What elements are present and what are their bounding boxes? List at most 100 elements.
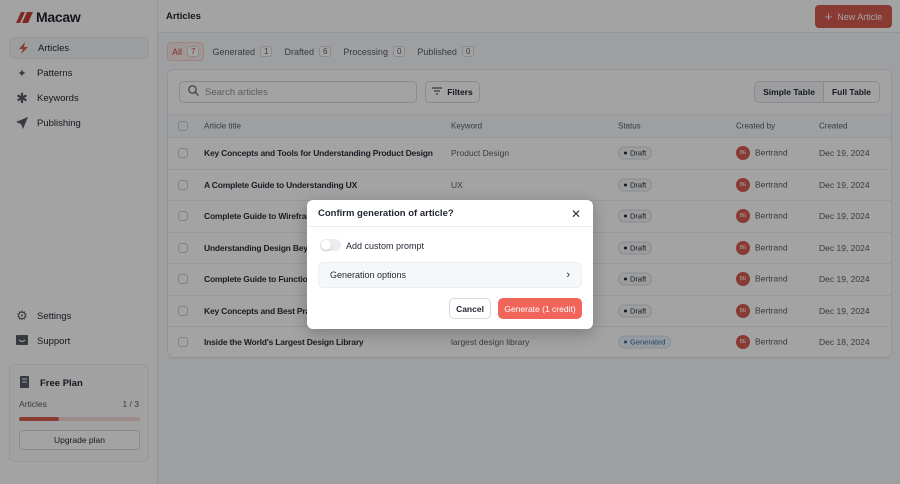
avatar: BE xyxy=(736,177,750,192)
avatar: BE xyxy=(736,240,750,255)
row-checkbox[interactable] xyxy=(178,337,188,348)
sidebar-item-label: Patterns xyxy=(37,67,73,79)
author-name: Bertrand xyxy=(755,210,788,221)
close-icon[interactable]: ✕ xyxy=(571,207,581,221)
status-label: Draft xyxy=(630,180,647,190)
created-date: Dec 19, 2024 xyxy=(819,242,870,253)
filter-icon xyxy=(432,87,443,97)
column-header[interactable]: Status xyxy=(618,122,641,131)
plan-progress-fill xyxy=(19,417,59,421)
upgrade-plan-button[interactable]: Upgrade plan xyxy=(19,430,140,450)
tab-processing[interactable]: Processing 0 xyxy=(339,42,409,61)
sidebar-item-settings[interactable]: ⚙ Settings xyxy=(9,305,149,327)
column-header[interactable]: Article title xyxy=(204,122,241,131)
status-label: Draft xyxy=(630,148,647,158)
created-by: BE Bertrand xyxy=(736,240,788,255)
article-keyword: Product Design xyxy=(451,148,510,159)
status-tabs: All 7 Generated 1 Drafted 6 Processing 0 Pub… xyxy=(167,42,478,61)
sidebar-item-publishing[interactable]: Publishing xyxy=(9,112,149,134)
created-by: BE Bertrand xyxy=(736,335,788,350)
table-row[interactable]: Key Concepts and Tools for Understanding… xyxy=(168,138,891,170)
generation-options-label: Generation options xyxy=(330,270,407,280)
select-all-checkbox[interactable] xyxy=(178,121,188,131)
tab-label: Generated xyxy=(212,46,255,57)
tab-drafted[interactable]: Drafted 6 xyxy=(280,42,335,61)
status-badge: Draft xyxy=(618,304,653,318)
modal-backdrop[interactable]: { "app":{"name":"Macaw"}, "sidebar":{"it… xyxy=(0,0,900,484)
row-checkbox[interactable] xyxy=(178,242,188,253)
plan-progress xyxy=(19,417,140,421)
tab-label: Processing xyxy=(343,46,388,57)
full-table-button[interactable]: Full Table xyxy=(824,82,879,102)
divider xyxy=(307,226,593,227)
plan-card: Free Plan Articles 1 / 3 Upgrade plan xyxy=(9,364,149,462)
status-dot xyxy=(624,214,627,218)
created-date: Dec 19, 2024 xyxy=(819,305,870,316)
tab-count: 1 xyxy=(260,46,273,57)
created-date: Dec 18, 2024 xyxy=(819,337,870,348)
status-label: Draft xyxy=(630,274,647,284)
created-date: Dec 19, 2024 xyxy=(819,148,870,159)
filters-label: Filters xyxy=(447,87,473,97)
custom-prompt-toggle[interactable] xyxy=(320,239,341,251)
sidebar-item-support[interactable]: Support xyxy=(9,330,149,352)
tab-count: 7 xyxy=(187,46,200,57)
sidebar-item-label: Support xyxy=(37,335,71,347)
avatar: BE xyxy=(736,272,750,287)
status-dot xyxy=(624,340,627,344)
article-title[interactable]: Complete Guide to Wirefram xyxy=(204,211,308,221)
app-name: Macaw xyxy=(36,9,81,25)
author-name: Bertrand xyxy=(755,336,788,347)
table-row[interactable]: Inside the World's Largest Design Librar… xyxy=(168,327,891,359)
generate-button[interactable]: Generate (1 credit) xyxy=(498,298,582,319)
confirm-generation-dialog: Confirm generation of article? ✕ Add cus… xyxy=(307,200,593,329)
row-checkbox[interactable] xyxy=(178,179,188,190)
status-label: Draft xyxy=(630,243,647,253)
filters-button[interactable]: Filters xyxy=(425,81,480,103)
sidebar-item-keywords[interactable]: ✱ Keywords xyxy=(9,87,149,109)
column-header[interactable]: Created by xyxy=(736,122,775,131)
column-header[interactable]: Created xyxy=(819,122,847,131)
custom-prompt-label: Add custom prompt xyxy=(346,241,425,251)
created-by: BE Bertrand xyxy=(736,146,788,161)
created-by: BE Bertrand xyxy=(736,272,788,287)
created-date: Dec 19, 2024 xyxy=(819,179,870,190)
status-badge: Generated xyxy=(618,335,672,349)
row-checkbox[interactable] xyxy=(178,305,188,316)
sidebar-item-label: Settings xyxy=(37,310,72,322)
tab-all[interactable]: All 7 xyxy=(167,42,205,61)
article-title[interactable]: A Complete Guide to Understanding UX xyxy=(204,180,357,190)
simple-table-button[interactable]: Simple Table xyxy=(755,82,824,102)
table-row[interactable]: A Complete Guide to Understanding UX UX … xyxy=(168,170,891,201)
tab-count: 0 xyxy=(392,46,406,57)
article-keyword: UX xyxy=(451,179,463,190)
created-date: Dec 19, 2024 xyxy=(819,274,870,285)
new-article-button[interactable]: + New Article xyxy=(815,5,892,28)
status-dot xyxy=(624,309,627,313)
row-checkbox[interactable] xyxy=(178,211,188,222)
column-header[interactable]: Keyword xyxy=(451,122,482,131)
article-title[interactable]: Complete Guide to Functiona xyxy=(204,274,308,284)
article-title[interactable]: Inside the World's Largest Design Librar… xyxy=(204,337,364,347)
tab-label: Drafted xyxy=(284,46,314,57)
tab-published[interactable]: Published 0 xyxy=(413,42,478,61)
search-input[interactable]: Search articles xyxy=(179,81,417,103)
cancel-button[interactable]: Cancel xyxy=(449,298,491,319)
row-checkbox[interactable] xyxy=(178,148,188,159)
sidebar-item-articles[interactable]: Articles xyxy=(9,37,149,59)
article-title[interactable]: Key Concepts and Best Prac xyxy=(204,306,308,316)
row-checkbox[interactable] xyxy=(178,274,188,285)
article-title[interactable]: Understanding Design Beyo xyxy=(204,243,308,253)
status-badge: Draft xyxy=(618,241,653,255)
sidebar-item-patterns[interactable]: ✦ Patterns xyxy=(9,62,149,84)
send-icon xyxy=(16,117,28,129)
article-title[interactable]: Key Concepts and Tools for Understanding… xyxy=(204,148,433,158)
logo[interactable]: Macaw xyxy=(16,9,81,25)
status-dot xyxy=(624,183,627,187)
plus-icon: + xyxy=(824,9,833,24)
avatar: BE xyxy=(736,303,750,318)
avatar: BE xyxy=(736,209,750,224)
tab-generated[interactable]: Generated 1 xyxy=(208,42,276,61)
tab-label: Published xyxy=(417,46,457,57)
generation-options-expander[interactable]: Generation options › xyxy=(318,262,582,288)
